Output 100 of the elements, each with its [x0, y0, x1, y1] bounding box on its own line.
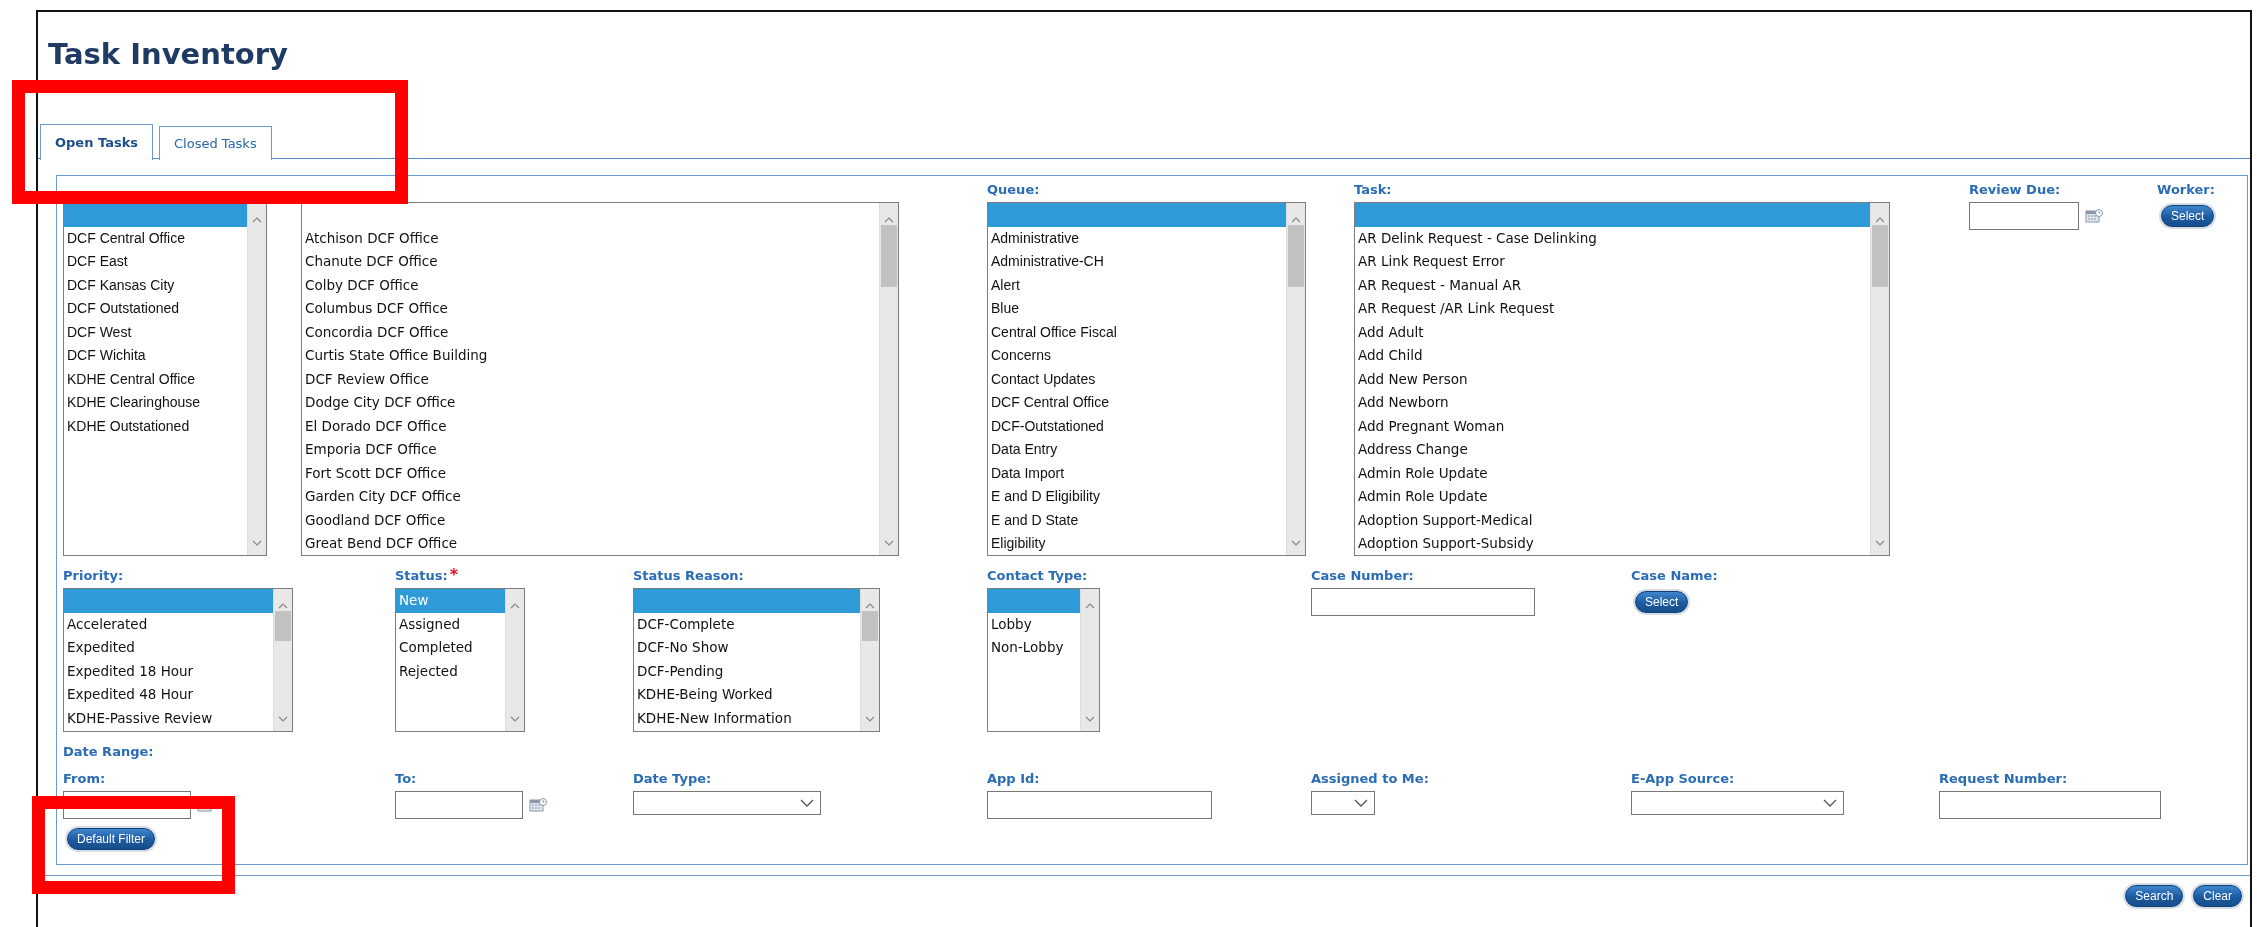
scrollbar[interactable]	[879, 203, 898, 555]
list-option[interactable]: DCF Central Office	[988, 391, 1286, 415]
list-option[interactable]: Great Bend DCF Office	[302, 532, 879, 555]
list-option[interactable]: Add Newborn	[1355, 391, 1870, 415]
list-option[interactable]: DCF West	[64, 320, 247, 344]
list-option[interactable]: E and D Eligibility	[988, 485, 1286, 509]
calendar-icon[interactable]	[2085, 208, 2103, 224]
scroll-thumb[interactable]	[1288, 225, 1304, 287]
list-option[interactable]: Contact Updates	[988, 367, 1286, 391]
scrollbar[interactable]	[1286, 203, 1305, 555]
list-option[interactable]: Administrative-CH	[988, 250, 1286, 274]
list-option[interactable]: Concerns	[988, 344, 1286, 368]
list-option[interactable]: Data Import	[988, 461, 1286, 485]
list-option[interactable]: DCF-Pending	[634, 659, 860, 683]
scrollbar[interactable]	[1870, 203, 1889, 555]
list-box[interactable]	[301, 202, 899, 556]
list-option[interactable]: Add Adult	[1355, 320, 1870, 344]
list-option[interactable]: El Dorado DCF Office	[302, 414, 879, 438]
action-button[interactable]: Clear	[2193, 885, 2242, 907]
list-option[interactable]: DCF Review Office	[302, 367, 879, 391]
list-option[interactable]: Add Child	[1355, 344, 1870, 368]
list-option[interactable]: Colby DCF Office	[302, 273, 879, 297]
list-option[interactable]: Goodland DCF Office	[302, 508, 879, 532]
dropdown[interactable]	[1311, 791, 1375, 815]
list-option[interactable]: Rejected	[396, 659, 505, 683]
action-button[interactable]: Search	[2125, 885, 2184, 907]
list-option[interactable]: KDHE-Being Worked	[634, 683, 860, 707]
scroll-thumb[interactable]	[862, 611, 878, 641]
list-option[interactable]: Lobby	[988, 612, 1080, 636]
list-option[interactable]: DCF Central Office	[64, 226, 247, 250]
tab[interactable]: Closed Tasks	[159, 125, 272, 160]
list-option[interactable]: Adoption Support-Medical	[1355, 508, 1870, 532]
list-option[interactable]: KDHE-New Information	[634, 706, 860, 730]
list-option[interactable]: Curtis State Office Building	[302, 344, 879, 368]
list-option[interactable]: DCF Wichita	[64, 344, 247, 368]
list-option[interactable]: Central Office Fiscal	[988, 320, 1286, 344]
tab[interactable]: Open Tasks	[40, 123, 154, 160]
list-option[interactable]: E and D State	[988, 508, 1286, 532]
list-option[interactable]: Add New Person	[1355, 367, 1870, 391]
list-option[interactable]: Columbus DCF Office	[302, 297, 879, 321]
list-option[interactable]: Admin Role Update	[1355, 485, 1870, 509]
list-option[interactable]: DCF Kansas City	[64, 273, 247, 297]
list-option[interactable]: Expedited 48 Hour	[64, 683, 273, 707]
list-box[interactable]: DCF-Complete DCF-No Show DCF-Pending KDHE-Being Worked KDHE-New Information	[633, 588, 880, 732]
list-option[interactable]: DCF Outstationed	[64, 297, 247, 321]
list-option[interactable]: Add Pregnant Woman	[1355, 414, 1870, 438]
select-button[interactable]: Select	[1635, 591, 1689, 613]
list-option[interactable]: KDHE-Passive Review	[64, 706, 273, 730]
list-option[interactable]: AR Request - Manual AR	[1355, 273, 1870, 297]
list-option[interactable]: AR Request /AR Link Request	[1355, 297, 1870, 321]
list-option[interactable]: Administrative	[988, 226, 1286, 250]
date-field[interactable]	[395, 791, 523, 819]
list-box[interactable]: New Assigned Completed Rejected	[395, 588, 525, 732]
select-button[interactable]: Select	[2161, 205, 2215, 227]
list-option[interactable]: DCF-Complete	[634, 612, 860, 636]
list-box[interactable]: Accelerated Expedited Expedited 18 Hour Expedited 48 Hour KDHE-Passive Review	[63, 588, 293, 732]
list-option[interactable]: Concordia DCF Office	[302, 320, 879, 344]
list-option[interactable]: DCF-Outstationed	[988, 414, 1286, 438]
list-option[interactable]: KDHE Central Office	[64, 367, 247, 391]
scrollbar[interactable]	[860, 589, 879, 731]
date-field[interactable]	[1969, 202, 2079, 230]
list-option[interactable]: Adoption Support-Subsidy	[1355, 532, 1870, 555]
list-box[interactable]: DCF Central Office DCF East DCF Kansas City DCF Outstationed DCF West DCF Wichita KDHE Central Office KDHE Clearinghouse KDHE Outstationed	[63, 202, 267, 556]
dropdown[interactable]	[1631, 791, 1844, 815]
default-filter-button[interactable]: Default Filter	[67, 828, 156, 850]
scrollbar[interactable]	[505, 589, 524, 731]
list-option[interactable]: Eligibility	[988, 532, 1286, 555]
list-option[interactable]: Address Change	[1355, 438, 1870, 462]
list-option[interactable]: Atchison DCF Office	[302, 226, 879, 250]
list-option[interactable]: Data Entry	[988, 438, 1286, 462]
list-box[interactable]	[1354, 202, 1890, 556]
list-option[interactable]: AR Delink Request - Case Delinking	[1355, 226, 1870, 250]
list-option[interactable]: DCF East	[64, 250, 247, 274]
list-option[interactable]: KDHE Outstationed	[64, 414, 247, 438]
dropdown[interactable]	[633, 791, 821, 815]
scrollbar[interactable]	[273, 589, 292, 731]
scroll-thumb[interactable]	[1872, 225, 1888, 287]
scroll-thumb[interactable]	[275, 611, 291, 641]
input-field[interactable]	[987, 791, 1212, 819]
input-field[interactable]	[1311, 588, 1535, 616]
list-option[interactable]: Non-Lobby	[988, 636, 1080, 660]
calendar-icon[interactable]	[529, 797, 547, 813]
scrollbar[interactable]	[247, 203, 266, 555]
scrollbar[interactable]	[1080, 589, 1099, 731]
list-option[interactable]: Chanute DCF Office	[302, 250, 879, 274]
list-option[interactable]: KDHE Clearinghouse	[64, 391, 247, 415]
list-option[interactable]: Expedited	[64, 636, 273, 660]
list-option[interactable]: Admin Role Update	[1355, 461, 1870, 485]
list-box[interactable]: Lobby Non-Lobby	[987, 588, 1100, 732]
list-option[interactable]: AR Link Request Error	[1355, 250, 1870, 274]
list-option[interactable]: Fort Scott DCF Office	[302, 461, 879, 485]
list-option[interactable]: Expedited 18 Hour	[64, 659, 273, 683]
list-option[interactable]: Assigned	[396, 612, 505, 636]
list-box[interactable]: Administrative Administrative-CH Alert Blue Central Office Fiscal Concerns Contact Updates DCF Central Office DCF-Outstationed Data Entry Data Import E and D Eligibility E and D State Eligibility	[987, 202, 1306, 556]
list-option[interactable]: DCF-No Show	[634, 636, 860, 660]
list-option[interactable]: Dodge City DCF Office	[302, 391, 879, 415]
input-field[interactable]	[1939, 791, 2161, 819]
scroll-thumb[interactable]	[881, 225, 897, 287]
list-option[interactable]: Alert	[988, 273, 1286, 297]
list-option[interactable]: Completed	[396, 636, 505, 660]
